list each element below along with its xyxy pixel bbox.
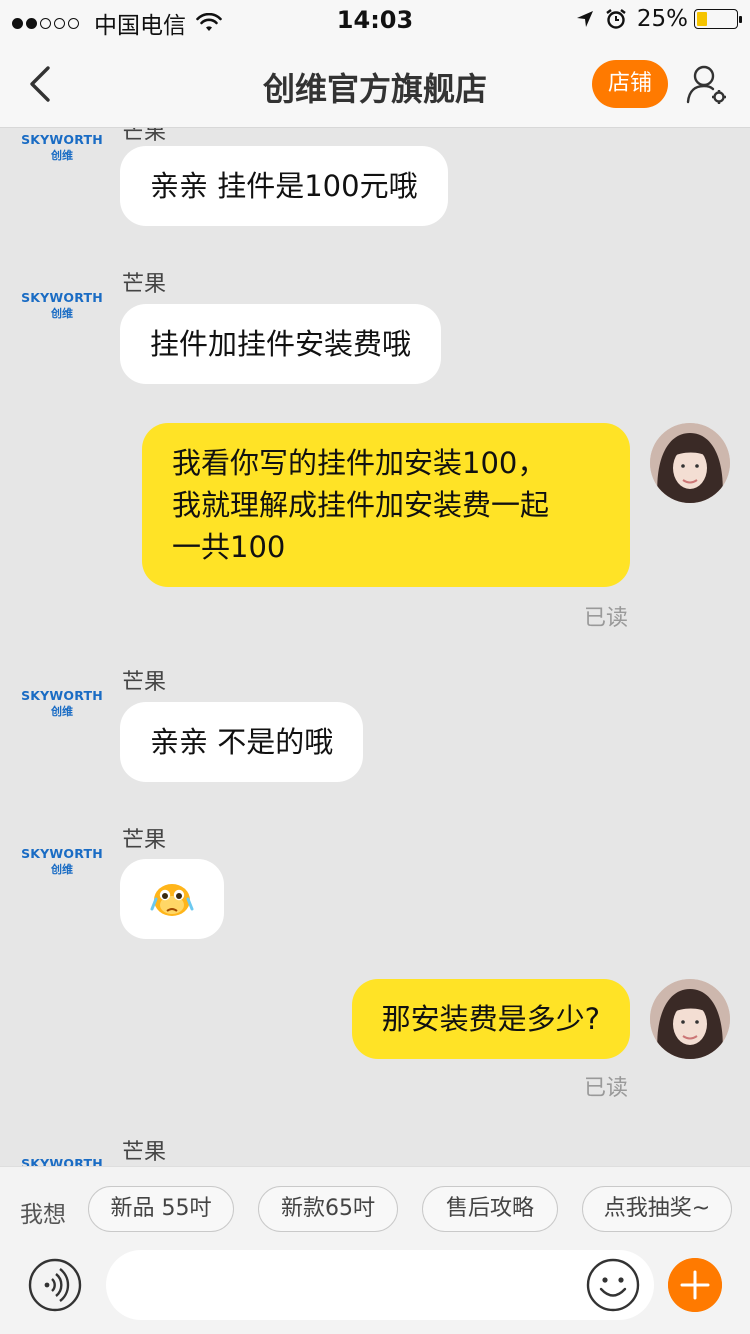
quick-reply-chip[interactable]: 点我抽奖~ (582, 1186, 732, 1232)
quick-reply-chip[interactable]: 售后攻略 (422, 1186, 558, 1232)
message-input[interactable] (106, 1250, 654, 1320)
status-bar: 中国电信 14:03 25% (0, 0, 750, 40)
sender-name: 芒果 (122, 1140, 167, 1165)
brand-logo-cn: 创维 (51, 306, 73, 320)
shop-button[interactable]: 店铺 (592, 60, 668, 108)
store-avatar[interactable]: SKYWORTH 创维 (20, 132, 104, 162)
location-arrow-icon (576, 11, 593, 27)
message-bubble[interactable]: 亲亲 挂件是100元哦 (120, 146, 448, 226)
chat-messages[interactable]: 芒果 SKYWORTH 创维 亲亲 挂件是100元哦 芒果 SKYWORTH 创… (0, 128, 750, 1166)
sender-name: 芒果 (122, 670, 167, 695)
store-avatar[interactable]: SKYWORTH 创维 (20, 1156, 104, 1166)
message-line: 我就理解成挂件加安装费一起 (172, 488, 550, 522)
store-avatar[interactable]: SKYWORTH 创维 (20, 688, 104, 718)
brand-logo-cn: 创维 (51, 148, 73, 162)
status-right: 25% (575, 6, 742, 32)
message-bubble[interactable]: 挂件加挂件安装费哦 (120, 304, 442, 384)
brand-logo-text: SKYWORTH (21, 290, 103, 305)
input-bar (0, 1250, 750, 1334)
user-avatar[interactable] (650, 979, 730, 1059)
battery-icon (694, 9, 742, 29)
user-avatar[interactable] (650, 423, 730, 503)
brand-logo-text: SKYWORTH (21, 846, 103, 861)
my-message-bubble[interactable]: 我看你写的挂件加安装100， 我就理解成挂件加安装费一起 一共100 (142, 423, 630, 587)
message-bubble[interactable] (120, 859, 224, 939)
message-bubble[interactable]: 亲亲 不是的哦 (120, 702, 364, 782)
read-status: 已读 (583, 606, 628, 631)
plus-icon[interactable] (668, 1258, 722, 1312)
user-photo (650, 423, 730, 503)
message-line: 我看你写的挂件加安装100， (172, 446, 547, 480)
battery-level-fill (697, 12, 707, 26)
my-message-bubble[interactable]: 那安装费是多少? (351, 979, 630, 1059)
read-status: 已读 (583, 1076, 628, 1101)
brand-logo-cn: 创维 (51, 704, 73, 718)
voice-icon[interactable] (28, 1258, 82, 1312)
brand-logo-text: SKYWORTH (21, 132, 103, 147)
battery-percent: 25% (636, 6, 688, 32)
sender-name: 芒果 (122, 128, 167, 145)
brand-logo-text: SKYWORTH (21, 1156, 103, 1166)
brand-logo-cn: 创维 (51, 862, 73, 876)
quick-reply-bar: 我想 新品 55吋 新款65吋 售后攻略 点我抽奖~ (0, 1166, 750, 1250)
alarm-icon (606, 9, 626, 29)
sender-name: 芒果 (122, 272, 167, 297)
crying-face-emoji-icon (150, 884, 194, 916)
quick-reply-chip[interactable]: 新品 55吋 (88, 1186, 234, 1232)
sender-name: 芒果 (122, 828, 167, 853)
brand-logo-text: SKYWORTH (21, 688, 103, 703)
store-avatar[interactable]: SKYWORTH 创维 (20, 846, 104, 876)
quick-reply-chip[interactable]: 新款65吋 (258, 1186, 398, 1232)
store-avatar[interactable]: SKYWORTH 创维 (20, 290, 104, 320)
nav-bar: 创维官方旗舰店 店铺 (0, 40, 750, 128)
quick-reply-label: 我想 (20, 1202, 66, 1228)
user-settings-icon[interactable] (684, 62, 728, 106)
message-line: 一共100 (172, 530, 286, 564)
user-photo (650, 979, 730, 1059)
emoji-icon[interactable] (586, 1258, 640, 1312)
